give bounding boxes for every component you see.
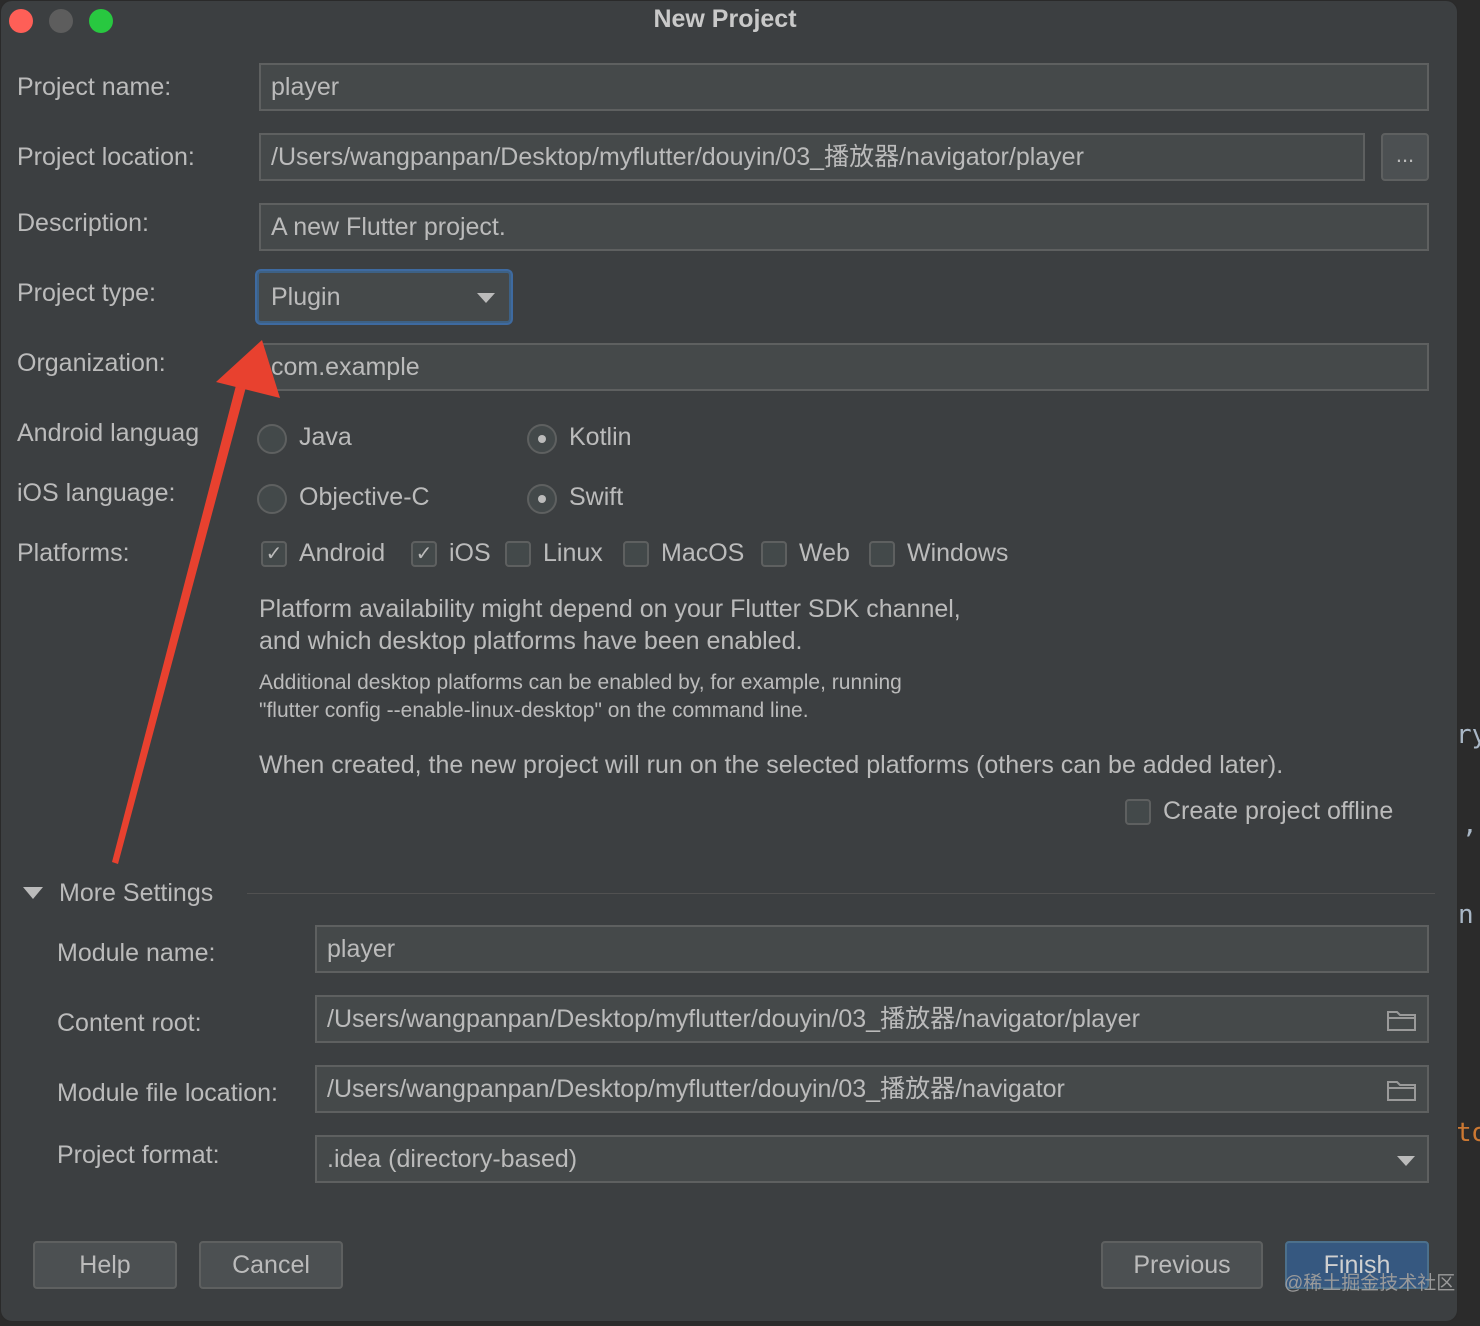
content-root-input[interactable]: /Users/wangpanpan/Desktop/myflutter/douy… — [315, 995, 1429, 1043]
platforms-label: Platforms: — [17, 539, 130, 567]
description-input[interactable]: A new Flutter project. — [259, 203, 1429, 251]
disclosure-triangle-icon[interactable] — [23, 887, 43, 899]
checkbox-macos[interactable] — [623, 541, 649, 567]
project-location-label: Project location: — [17, 143, 195, 171]
ios-language-label: iOS language: — [17, 479, 176, 507]
project-location-input[interactable]: /Users/wangpanpan/Desktop/myflutter/douy… — [259, 133, 1365, 181]
checkbox-linux[interactable] — [505, 541, 531, 567]
radio-swift[interactable] — [527, 484, 557, 514]
radio-objective-c-label: Objective-C — [299, 483, 430, 511]
organization-input[interactable]: com.example — [259, 343, 1429, 391]
background-text: ry — [1456, 720, 1480, 750]
checkbox-ios-label: iOS — [449, 539, 491, 567]
watermark: @稀土掘金技术社区 — [1284, 1273, 1456, 1294]
checkbox-macos-label: MacOS — [661, 539, 745, 567]
radio-swift-label: Swift — [569, 483, 624, 511]
cancel-button[interactable]: Cancel — [199, 1241, 343, 1289]
folder-icon[interactable] — [1387, 1009, 1417, 1031]
checkbox-ios[interactable]: ✓ — [411, 541, 437, 567]
project-name-input[interactable]: player — [259, 63, 1429, 111]
background-text: to — [1456, 1118, 1480, 1148]
project-format-value: .idea (directory-based) — [327, 1145, 578, 1173]
organization-label: Organization: — [17, 349, 166, 377]
checkbox-windows[interactable] — [869, 541, 895, 567]
platform-availability-note: Platform availability might depend on yo… — [259, 595, 961, 623]
radio-java-label: Java — [299, 423, 352, 451]
checkbox-android[interactable]: ✓ — [261, 541, 287, 567]
radio-objective-c[interactable] — [257, 484, 287, 514]
previous-button[interactable]: Previous — [1101, 1241, 1263, 1289]
section-divider — [247, 893, 1435, 894]
checkbox-android-label: Android — [299, 539, 386, 567]
content-root-label: Content root: — [57, 1009, 202, 1037]
new-project-dialog: New Project Project name: player Project… — [0, 0, 1458, 1322]
content-root-value: /Users/wangpanpan/Desktop/myflutter/douy… — [327, 1005, 1140, 1033]
module-file-location-value: /Users/wangpanpan/Desktop/myflutter/douy… — [327, 1075, 1065, 1103]
title-bar: New Project — [1, 1, 1457, 39]
help-button[interactable]: Help — [33, 1241, 177, 1289]
project-name-label: Project name: — [17, 73, 172, 101]
radio-kotlin-label: Kotlin — [569, 423, 632, 451]
background-text: n — [1458, 900, 1474, 930]
window-title: New Project — [653, 5, 797, 33]
more-settings-header[interactable]: More Settings — [59, 879, 213, 908]
create-offline-label: Create project offline — [1163, 797, 1394, 825]
checkbox-create-offline[interactable] — [1125, 799, 1151, 825]
description-label: Description: — [17, 209, 149, 237]
radio-java[interactable] — [257, 424, 287, 454]
when-created-note: When created, the new project will run o… — [259, 751, 1284, 779]
module-file-location-label: Module file location: — [57, 1079, 278, 1107]
platform-availability-note: and which desktop platforms have been en… — [259, 627, 803, 655]
chevron-down-icon — [477, 293, 495, 303]
checkbox-web[interactable] — [761, 541, 787, 567]
chevron-down-icon — [1397, 1156, 1415, 1166]
module-file-location-input[interactable]: /Users/wangpanpan/Desktop/myflutter/douy… — [315, 1065, 1429, 1113]
checkbox-linux-label: Linux — [543, 539, 603, 567]
background-text: , — [1462, 810, 1478, 840]
project-format-select[interactable]: .idea (directory-based) — [315, 1135, 1429, 1183]
android-language-label: Android languag — [17, 419, 200, 447]
project-type-label: Project type: — [17, 279, 156, 307]
checkbox-windows-label: Windows — [907, 539, 1009, 567]
module-name-input[interactable]: player — [315, 925, 1429, 973]
checkbox-web-label: Web — [799, 539, 850, 567]
radio-kotlin[interactable] — [527, 424, 557, 454]
folder-icon[interactable] — [1387, 1079, 1417, 1101]
project-format-label: Project format: — [57, 1141, 220, 1169]
browse-location-button[interactable]: ... — [1381, 133, 1429, 181]
module-name-label: Module name: — [57, 939, 216, 967]
desktop-platforms-note: "flutter config --enable-linux-desktop" … — [259, 699, 809, 722]
project-type-select[interactable]: Plugin — [257, 271, 511, 323]
desktop-platforms-note: Additional desktop platforms can be enab… — [259, 671, 902, 694]
project-type-value: Plugin — [271, 283, 341, 311]
